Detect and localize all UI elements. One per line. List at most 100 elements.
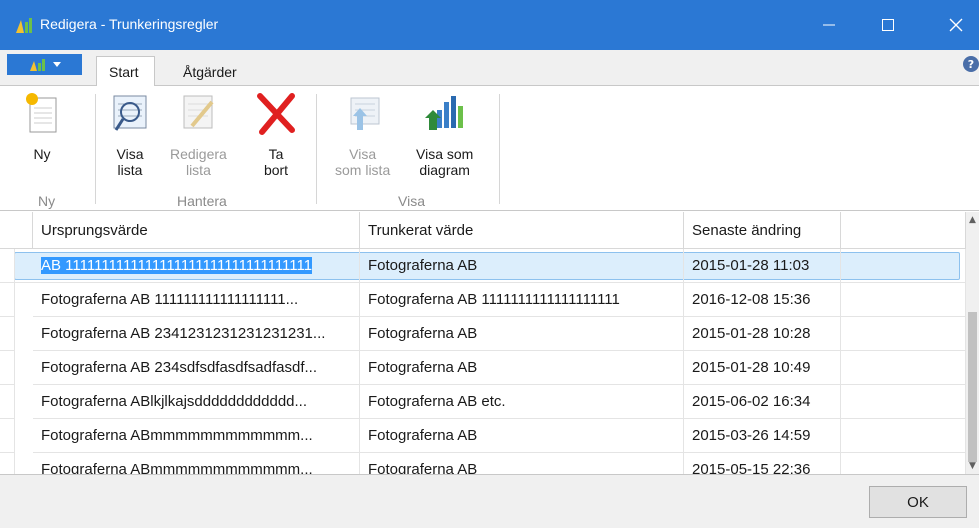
table-row[interactable]: Fotograferna ABmmmmmmmmmmmm... Fotografer… xyxy=(0,419,966,453)
cell-empty xyxy=(841,453,966,474)
row-header[interactable] xyxy=(0,283,15,317)
cell-senaste-andring[interactable]: 2016-12-08 15:36 xyxy=(684,283,841,317)
cell-senaste-andring[interactable]: 2015-01-28 10:28 xyxy=(684,317,841,351)
cell-empty xyxy=(841,419,966,453)
ok-button[interactable]: OK xyxy=(869,486,967,518)
close-icon xyxy=(949,18,963,32)
app-menu-button[interactable] xyxy=(7,54,82,75)
edit-list-icon xyxy=(183,95,214,129)
close-button[interactable] xyxy=(933,0,979,50)
row-header[interactable] xyxy=(0,419,15,453)
scroll-down-icon[interactable]: ▼ xyxy=(966,458,979,474)
column-header-empty xyxy=(841,212,966,249)
visa-som-diagram-label: Visa som diagram xyxy=(416,146,474,178)
ny-label: Ny xyxy=(33,146,51,162)
maximize-icon xyxy=(882,19,894,31)
cell-empty xyxy=(841,351,966,385)
row-header-corner xyxy=(0,212,33,249)
cell-ursprungsvarde[interactable]: Fotograferna AB 234sdfsdfasdfsadfasdf... xyxy=(33,351,360,385)
ta-bort-label: Ta bort xyxy=(263,146,289,178)
table-row[interactable]: Fotograferna AB 2341231231231231231... Fo… xyxy=(0,317,966,351)
row-header[interactable] xyxy=(0,385,15,419)
rules-table[interactable]: Ursprungsvärde Trunkerat värde Senaste ä… xyxy=(0,212,979,474)
table-row[interactable]: Fotograferna AB 111111111111111111... Fot… xyxy=(0,283,966,317)
cell-empty xyxy=(841,317,966,351)
table-row[interactable]: Fotograferna AB 234sdfsdfasdfsadfasdf...… xyxy=(0,351,966,385)
visa-lista-label: Visa lista xyxy=(116,146,144,178)
cell-senaste-andring[interactable]: 2015-06-02 16:34 xyxy=(684,385,841,419)
group-separator xyxy=(499,94,500,204)
cell-ursprungsvarde[interactable]: Fotograferna ABmmmmmmmmmmmm... xyxy=(33,453,360,474)
group-label-hantera: Hantera xyxy=(177,193,227,209)
cell-ursprungsvarde[interactable]: Fotograferna ABlkjlkajsdddddddddddd... xyxy=(33,385,360,419)
scroll-thumb[interactable] xyxy=(968,312,977,462)
dialog-footer: OK xyxy=(0,474,979,528)
cell-ursprungsvarde[interactable]: Fotograferna ABmmmmmmmmmmmm... xyxy=(33,419,360,453)
cell-text: Fotograferna ABmmmmmmmmmmmm... xyxy=(41,427,313,444)
tab-atgarder[interactable]: Åtgärder xyxy=(171,56,249,87)
cell-trunkerat-varde[interactable]: Fotograferna AB xyxy=(360,317,684,351)
visa-som-lista-label: Visa som lista xyxy=(335,146,391,178)
group-separator xyxy=(95,94,96,204)
row-header[interactable] xyxy=(0,351,15,385)
column-header-senaste-andring[interactable]: Senaste ändring xyxy=(684,212,841,249)
cell-empty xyxy=(841,283,966,317)
visa-lista-button[interactable]: Visa lista xyxy=(110,90,150,178)
delete-icon xyxy=(257,93,295,135)
cell-trunkerat-varde[interactable]: Fotograferna AB etc. xyxy=(360,385,684,419)
cell-text: Fotograferna AB 2341231231231231231... xyxy=(41,325,326,342)
cell-text: Fotograferna ABmmmmmmmmmmmm... xyxy=(41,461,313,474)
cell-trunkerat-varde[interactable]: Fotograferna AB xyxy=(360,453,684,474)
cell-ursprungsvarde[interactable]: Fotograferna AB 2341231231231231231... xyxy=(33,317,360,351)
table-row[interactable]: Fotograferna ABlkjlkajsdddddddddddd... Fo… xyxy=(0,385,966,419)
tab-start[interactable]: Start xyxy=(96,56,155,87)
visa-som-lista-button[interactable]: Visa som lista xyxy=(335,90,390,178)
app-chart-icon xyxy=(16,18,32,33)
group-label-ny: Ny xyxy=(38,193,56,209)
ribbon-tab-bar: Start Åtgärder ? xyxy=(0,50,979,87)
scroll-up-icon[interactable]: ▲ xyxy=(966,212,979,228)
cell-trunkerat-varde[interactable]: Fotograferna AB 1111111111111111111 xyxy=(360,283,684,317)
cell-ursprungsvarde[interactable]: Fotograferna AB 111111111111111111... xyxy=(33,283,360,317)
column-header-trunkerat-varde[interactable]: Trunkerat värde xyxy=(360,212,684,249)
row-header[interactable] xyxy=(0,453,15,474)
dropdown-arrow-icon xyxy=(52,62,61,67)
cell-trunkerat-varde[interactable]: Fotograferna AB xyxy=(360,419,684,453)
group-separator xyxy=(316,94,317,204)
cell-senaste-andring[interactable]: 2015-01-28 11:03 xyxy=(684,249,841,283)
cell-text: Fotograferna ABlkjlkajsdddddddddddd... xyxy=(41,393,308,410)
cell-trunkerat-varde[interactable]: Fotograferna AB xyxy=(360,249,684,283)
redigera-lista-button[interactable]: Redigera lista xyxy=(170,90,227,178)
group-label-visa: Visa xyxy=(398,193,425,209)
cell-senaste-andring[interactable]: 2015-01-28 10:49 xyxy=(684,351,841,385)
cell-text: Fotograferna AB 234sdfsdfasdfsadfasdf... xyxy=(41,359,318,376)
cell-trunkerat-varde[interactable]: Fotograferna AB xyxy=(360,351,684,385)
row-header[interactable] xyxy=(0,317,15,351)
view-list-icon xyxy=(113,95,147,131)
show-as-chart-icon xyxy=(424,96,463,130)
minimize-icon xyxy=(823,24,835,26)
table-row[interactable]: AB 1111111111111111111111111111111111 Fot… xyxy=(0,249,966,283)
cell-empty xyxy=(841,249,966,283)
window-title: Redigera - Trunkeringsregler xyxy=(40,16,219,32)
cell-senaste-andring[interactable]: 2015-03-26 14:59 xyxy=(684,419,841,453)
cell-text: AB 1111111111111111111111111111111111 xyxy=(41,257,313,274)
ribbon-panel: Ny Ny Visa lista Redigera lista Ta bort xyxy=(0,86,979,211)
new-document-icon xyxy=(26,93,57,133)
redigera-lista-label: Redigera lista xyxy=(170,146,227,178)
column-header-ursprungsvarde[interactable]: Ursprungsvärde xyxy=(33,212,360,249)
title-bar: Redigera - Trunkeringsregler xyxy=(0,0,979,50)
visa-som-diagram-button[interactable]: Visa som diagram xyxy=(416,90,473,178)
ta-bort-button[interactable]: Ta bort xyxy=(256,90,296,178)
maximize-button[interactable] xyxy=(865,0,911,50)
table-row[interactable]: Fotograferna ABmmmmmmmmmmmm... Fotografer… xyxy=(0,453,966,474)
app-chart-icon xyxy=(29,58,45,71)
show-as-list-icon xyxy=(350,97,380,130)
cell-ursprungsvarde[interactable]: AB 1111111111111111111111111111111111 xyxy=(0,249,360,283)
cell-senaste-andring[interactable]: 2015-05-15 22:36 xyxy=(684,453,841,474)
minimize-button[interactable] xyxy=(806,0,852,50)
vertical-scrollbar[interactable]: ▲ ▼ xyxy=(966,212,979,474)
cell-text: Fotograferna AB 111111111111111111... xyxy=(41,291,299,308)
help-button[interactable]: ? xyxy=(963,56,979,72)
ny-button[interactable]: Ny xyxy=(22,90,62,162)
